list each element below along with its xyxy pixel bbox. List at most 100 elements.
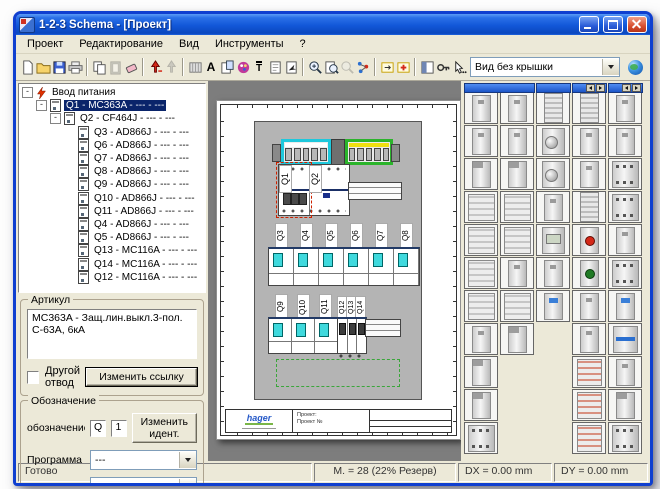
catalog-column-header[interactable]: [572, 83, 607, 93]
maximize-button[interactable]: [603, 16, 623, 33]
door-view-icon[interactable]: [419, 58, 435, 77]
din-rail-icon[interactable]: [187, 58, 203, 77]
breaker-row-2[interactable]: [268, 317, 339, 354]
title-icon[interactable]: T: [251, 58, 267, 77]
erase-icon[interactable]: [123, 58, 139, 77]
product-thumbnail[interactable]: [536, 224, 570, 256]
terminal-block-earth[interactable]: [345, 139, 393, 165]
product-thumbnail[interactable]: [500, 191, 534, 223]
key-icon[interactable]: [435, 58, 451, 77]
product-thumbnail[interactable]: [536, 158, 570, 190]
tree-item[interactable]: Q5 - AD866J - --- - ---: [19, 231, 205, 244]
text-icon[interactable]: A: [203, 58, 219, 77]
product-thumbnail[interactable]: [500, 158, 534, 190]
zoom-in-icon[interactable]: [307, 58, 323, 77]
product-thumbnail[interactable]: [464, 224, 498, 256]
product-thumbnail[interactable]: [536, 290, 570, 322]
program-dropdown[interactable]: ---: [90, 450, 197, 470]
din-rail[interactable]: [348, 182, 402, 200]
drawing-canvas[interactable]: Q1Q2 Q3Q4Q5Q6Q7Q8 Q9Q10Q11Q12Q13Q14: [208, 81, 461, 461]
scroll-right-icon[interactable]: [632, 84, 641, 92]
scroll-left-icon[interactable]: [622, 84, 631, 92]
product-thumbnail[interactable]: [500, 323, 534, 355]
add-device-icon[interactable]: [147, 58, 163, 77]
product-thumbnail[interactable]: [500, 125, 534, 157]
product-thumbnail[interactable]: [608, 257, 642, 289]
tree-item[interactable]: -Q2 - CF464J - --- - ---: [19, 112, 205, 125]
chevron-down-icon[interactable]: [179, 452, 196, 468]
tree-item-label[interactable]: Q8 - AD866J - --- - ---: [92, 166, 191, 177]
tree-item-label[interactable]: Q10 - AD866J - --- - ---: [92, 193, 197, 204]
change-link-button[interactable]: Изменить ссылку: [86, 368, 197, 386]
product-thumbnail[interactable]: [572, 290, 606, 322]
tree-item-label[interactable]: Q1 - MC363A - --- - ---: [64, 100, 166, 111]
designation-prefix-field[interactable]: Q: [90, 420, 106, 437]
product-thumbnail[interactable]: [572, 125, 606, 157]
product-thumbnail[interactable]: [464, 125, 498, 157]
copy-icon[interactable]: [91, 58, 107, 77]
product-thumbnail[interactable]: [464, 257, 498, 289]
tree-item[interactable]: Q12 - MC116A - --- - ---: [19, 271, 205, 284]
product-thumbnail[interactable]: [500, 290, 534, 322]
product-thumbnail[interactable]: [608, 191, 642, 223]
scroll-left-icon[interactable]: [586, 84, 595, 92]
breaker-row-1[interactable]: [268, 247, 420, 286]
product-thumbnail[interactable]: [536, 257, 570, 289]
palette-icon[interactable]: [235, 58, 251, 77]
product-thumbnail[interactable]: [572, 224, 606, 256]
print-icon[interactable]: [67, 58, 83, 77]
zoom-page-icon[interactable]: [323, 58, 339, 77]
product-thumbnail[interactable]: [536, 125, 570, 157]
sheet-icon[interactable]: [267, 58, 283, 77]
product-thumbnail[interactable]: [608, 356, 642, 388]
tree-expander-icon[interactable]: -: [22, 87, 33, 98]
product-thumbnail[interactable]: [608, 92, 642, 124]
open-icon[interactable]: [35, 58, 51, 77]
contactor-group[interactable]: [337, 317, 367, 354]
local-dropdown[interactable]: ---: [90, 477, 197, 486]
tree-item[interactable]: Q8 - AD866J - --- - ---: [19, 165, 205, 178]
new-icon[interactable]: [19, 58, 35, 77]
pages-icon[interactable]: [219, 58, 235, 77]
catalog-column-header[interactable]: [536, 83, 571, 93]
tree-item-label[interactable]: Q9 - AD866J - --- - ---: [92, 179, 191, 190]
menu-tools[interactable]: Инструменты: [208, 37, 291, 51]
drawing-sheet[interactable]: Q1Q2 Q3Q4Q5Q6Q7Q8 Q9Q10Q11Q12Q13Q14: [216, 100, 461, 440]
menu-view[interactable]: Вид: [172, 37, 206, 51]
tree-item[interactable]: Q10 - AD866J - --- - ---: [19, 192, 205, 205]
designation-number-field[interactable]: 1: [111, 420, 126, 437]
product-thumbnail[interactable]: [464, 422, 498, 454]
tree-expander-icon[interactable]: -: [36, 100, 47, 111]
tree-item[interactable]: -Ввод питания: [19, 86, 205, 99]
catalog-column-header[interactable]: [608, 83, 643, 93]
tree-item[interactable]: Q7 - AD866J - --- - ---: [19, 152, 205, 165]
other-branch-checkbox[interactable]: [27, 371, 39, 384]
product-thumbnail[interactable]: [608, 290, 642, 322]
enclosure-panel[interactable]: Q1Q2 Q3Q4Q5Q6Q7Q8 Q9Q10Q11Q12Q13Q14: [254, 121, 422, 400]
tree-item-label[interactable]: Q11 - AD866J - --- - ---: [92, 206, 196, 217]
product-thumbnail[interactable]: [572, 323, 606, 355]
menu-edit[interactable]: Редактирование: [72, 37, 170, 51]
globe-icon[interactable]: [628, 60, 643, 75]
tree-item-label[interactable]: Q2 - CF464J - --- - ---: [78, 113, 177, 124]
product-thumbnail[interactable]: [464, 323, 498, 355]
din-rail[interactable]: [365, 319, 401, 337]
chevron-down-icon[interactable]: [179, 479, 196, 486]
menu-help[interactable]: ?: [293, 37, 313, 51]
product-thumbnail[interactable]: [500, 92, 534, 124]
product-thumbnail[interactable]: [464, 191, 498, 223]
chevron-down-icon[interactable]: [602, 59, 619, 75]
tree-item-label[interactable]: Q12 - MC116A - --- - ---: [92, 272, 199, 283]
sheet-arrow-icon[interactable]: [283, 58, 299, 77]
product-thumbnail[interactable]: [608, 323, 642, 355]
tree-item-label[interactable]: Q3 - AD866J - --- - ---: [92, 127, 191, 138]
product-thumbnail[interactable]: [608, 422, 642, 454]
tree-item-label[interactable]: Q7 - AD866J - --- - ---: [92, 153, 191, 164]
product-thumbnail[interactable]: [464, 290, 498, 322]
product-thumbnail[interactable]: [536, 191, 570, 223]
product-thumbnail[interactable]: [572, 422, 606, 454]
product-thumbnail[interactable]: [500, 224, 534, 256]
project-tree[interactable]: -Ввод питания-Q1 - MC363A - --- - ----Q2…: [18, 83, 206, 293]
product-thumbnail[interactable]: [464, 389, 498, 421]
minimize-button[interactable]: [579, 16, 599, 33]
